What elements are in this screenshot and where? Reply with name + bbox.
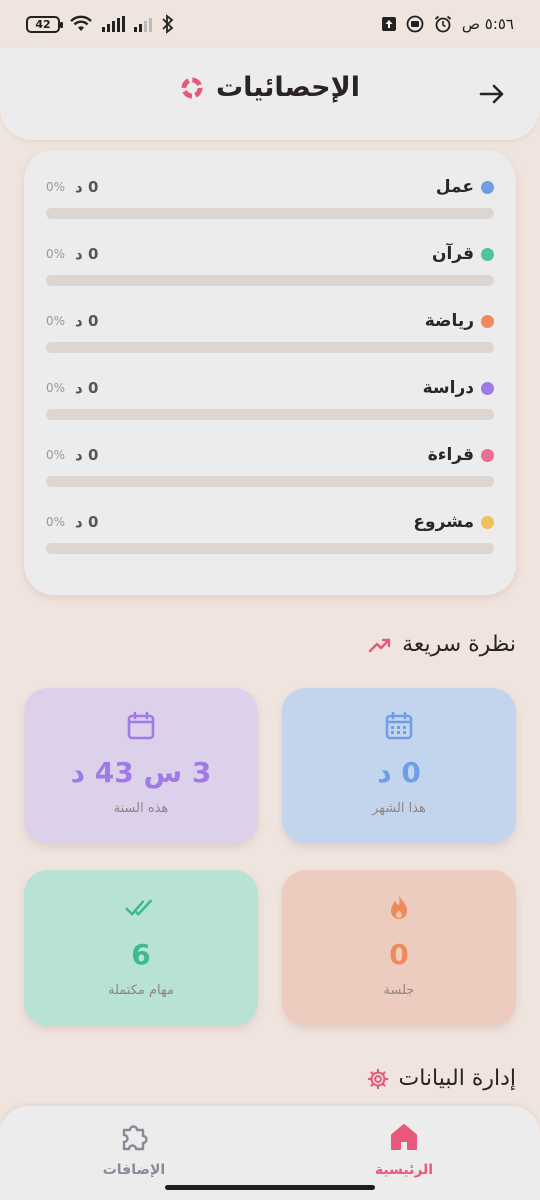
category-name: مشروع [413,512,474,532]
categories-card: عمل 0 د 0% قرآن 0 د 0% رياضة 0 د 0% دراسة 0… [24,150,516,595]
category-percent: 0% [46,448,66,462]
category-color-dot [481,381,494,395]
category-name: عمل [435,177,474,197]
category-progress-bar [46,275,494,286]
category-progress-bar [46,208,494,219]
stat-card-tasks[interactable]: 6 مهام مكتملة [24,870,258,1026]
category-progress-bar [46,409,494,420]
alarm-icon [434,15,451,33]
stat-value-year: 3 س 43 د [70,756,212,789]
stat-card-year[interactable]: 3 س 43 د هذه السنة [24,688,258,844]
status-bar: 42 ٥:٥٦ ص [0,0,540,48]
status-bar-left: 42 [26,14,175,34]
category-color-dot [481,180,494,194]
category-progress-bar [46,476,494,487]
stat-card-month[interactable]: 0 د هذا الشهر [282,688,516,844]
nav-label-addons: الإضافات [102,1162,166,1178]
category-name: رياضة [424,311,474,331]
status-bar-right: ٥:٥٦ ص [381,14,514,34]
stat-label-sessions: جلسة [383,983,415,998]
fire-icon [391,895,407,919]
signal-strength-secondary-icon [134,16,152,32]
stat-label-year: هذه السنة [113,801,169,816]
signal-strength-icon [102,16,125,32]
data-management-title-text: إدارة البيانات [398,1066,517,1091]
calendar-grid-icon [385,711,413,740]
home-icon [391,1124,417,1150]
category-color-dot [481,448,494,462]
donut-chart-icon [181,77,203,98]
header-title-wrap: الإحصائيات [0,72,540,103]
category-percent: 0% [46,314,66,328]
category-progress-bar [46,342,494,353]
category-duration: 0 د [75,513,99,531]
category-percent: 0% [46,180,66,194]
page-title: الإحصائيات [216,72,360,103]
bottom-navigation: الرئيسية الإضافات [0,1106,540,1200]
calendar-icon [127,711,155,740]
category-progress-bar [46,543,494,554]
category-duration: 0 د [75,379,99,397]
category-duration: 0 د [75,178,99,196]
nav-item-home[interactable]: الرئيسية [334,1120,474,1178]
puzzle-icon [122,1125,148,1151]
category-duration: 0 د [75,245,99,263]
media-notification-icon [406,15,424,33]
category-row-sport[interactable]: رياضة 0 د 0% [46,308,494,358]
stat-label-tasks: مهام مكتملة [108,983,174,998]
nav-label-home: الرئيسية [374,1162,434,1178]
stat-card-sessions[interactable]: 0 جلسة [282,870,516,1026]
category-row-study[interactable]: دراسة 0 د 0% [46,375,494,425]
category-duration: 0 د [75,446,99,464]
category-row-reading[interactable]: قراءة 0 د 0% [46,442,494,492]
category-row-work[interactable]: عمل 0 د 0% [46,174,494,224]
status-time: ٥:٥٦ ص [461,14,514,33]
wifi-icon [70,15,92,31]
category-row-quran[interactable]: قرآن 0 د 0% [46,241,494,291]
bluetooth-icon [162,14,174,34]
quick-view-title: نظرة سريعة [368,632,516,657]
category-name: دراسة [422,378,474,398]
category-color-dot [481,247,494,261]
upload-notification-icon [381,17,396,31]
double-check-icon [125,899,153,916]
battery-indicator: 42 [26,15,63,33]
home-indicator [165,1185,375,1190]
battery-level: 42 [35,17,51,31]
category-color-dot [481,314,494,328]
quick-view-title-text: نظرة سريعة [402,632,516,657]
category-percent: 0% [46,381,66,395]
app-header: الإحصائيات [0,48,540,140]
stat-value-sessions: 0 [389,938,409,971]
stat-value-month: 0 د [377,756,421,789]
stat-value-tasks: 6 [131,938,151,971]
arrow-right-icon[interactable] [476,78,508,110]
category-name: قرآن [431,244,474,264]
category-name: قراءة [427,445,474,465]
category-percent: 0% [46,515,66,529]
gear-icon [367,1068,388,1089]
data-management-title: إدارة البيانات [367,1066,517,1091]
category-duration: 0 د [75,312,99,330]
stat-label-month: هذا الشهر [372,801,426,816]
category-color-dot [481,515,494,529]
nav-item-addons[interactable]: الإضافات [64,1120,204,1178]
category-percent: 0% [46,247,66,261]
trending-up-icon [368,638,391,652]
category-row-project[interactable]: مشروع 0 د 0% [46,509,494,559]
